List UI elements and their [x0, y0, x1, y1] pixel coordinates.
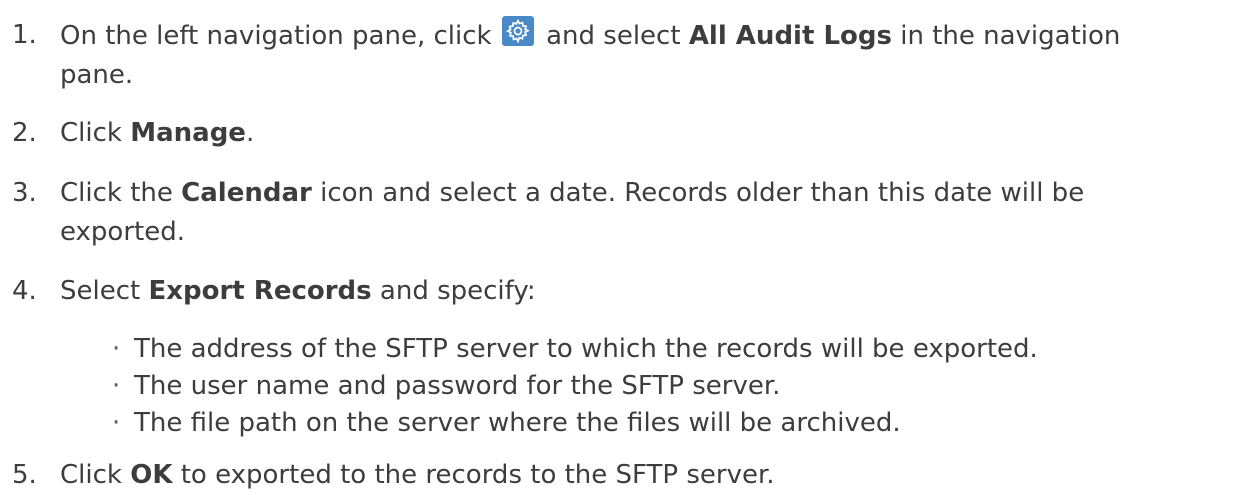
- bullet-icon: ·: [112, 371, 121, 401]
- step-number: 4.: [12, 276, 37, 306]
- step-text: and specify:: [371, 276, 536, 306]
- step-number: 5.: [12, 460, 37, 490]
- step-bold-term: OK: [130, 460, 173, 490]
- step-text: pane.: [60, 60, 134, 90]
- instructions-document: 1. On the left navigation pane, click an…: [0, 0, 1249, 493]
- gear-icon: [501, 16, 534, 46]
- step-text: On the left navigation pane, click: [60, 21, 492, 51]
- step-text: Click: [60, 118, 131, 148]
- step-bold-term: Manage: [130, 118, 246, 148]
- step-text: exported.: [60, 217, 185, 247]
- bullet-icon: ·: [112, 334, 121, 364]
- list-item: · The user name and password for the SFTP…: [112, 367, 780, 406]
- bullet-icon: ·: [112, 408, 121, 438]
- step-text: Select: [60, 276, 149, 306]
- step-text: to exported to the records to the SFTP s…: [172, 460, 775, 490]
- step-text: icon and select a date. Records older th…: [311, 178, 1085, 208]
- step-text: Click: [60, 460, 131, 490]
- step-bold-term: Export Records: [148, 276, 372, 306]
- bullet-text: The user name and password for the SFTP …: [134, 371, 781, 401]
- bullet-text: The file path on the server where the fi…: [134, 408, 901, 438]
- step-text: .: [245, 118, 255, 148]
- step-bold-term: All Audit Logs: [688, 21, 892, 51]
- step-bold-term: Calendar: [181, 178, 312, 208]
- step-number: 1.: [12, 20, 37, 50]
- step-text: in the navigation: [891, 21, 1121, 51]
- bullet-text: The address of the SFTP server to which …: [134, 334, 1038, 364]
- step-text: Click the: [60, 178, 182, 208]
- step-number: 2.: [12, 118, 37, 148]
- step-number: 3.: [12, 178, 37, 208]
- list-item: · The address of the SFTP server to which…: [112, 330, 1038, 369]
- step-text: and select: [537, 21, 689, 51]
- list-item: · The file path on the server where the f…: [112, 404, 901, 443]
